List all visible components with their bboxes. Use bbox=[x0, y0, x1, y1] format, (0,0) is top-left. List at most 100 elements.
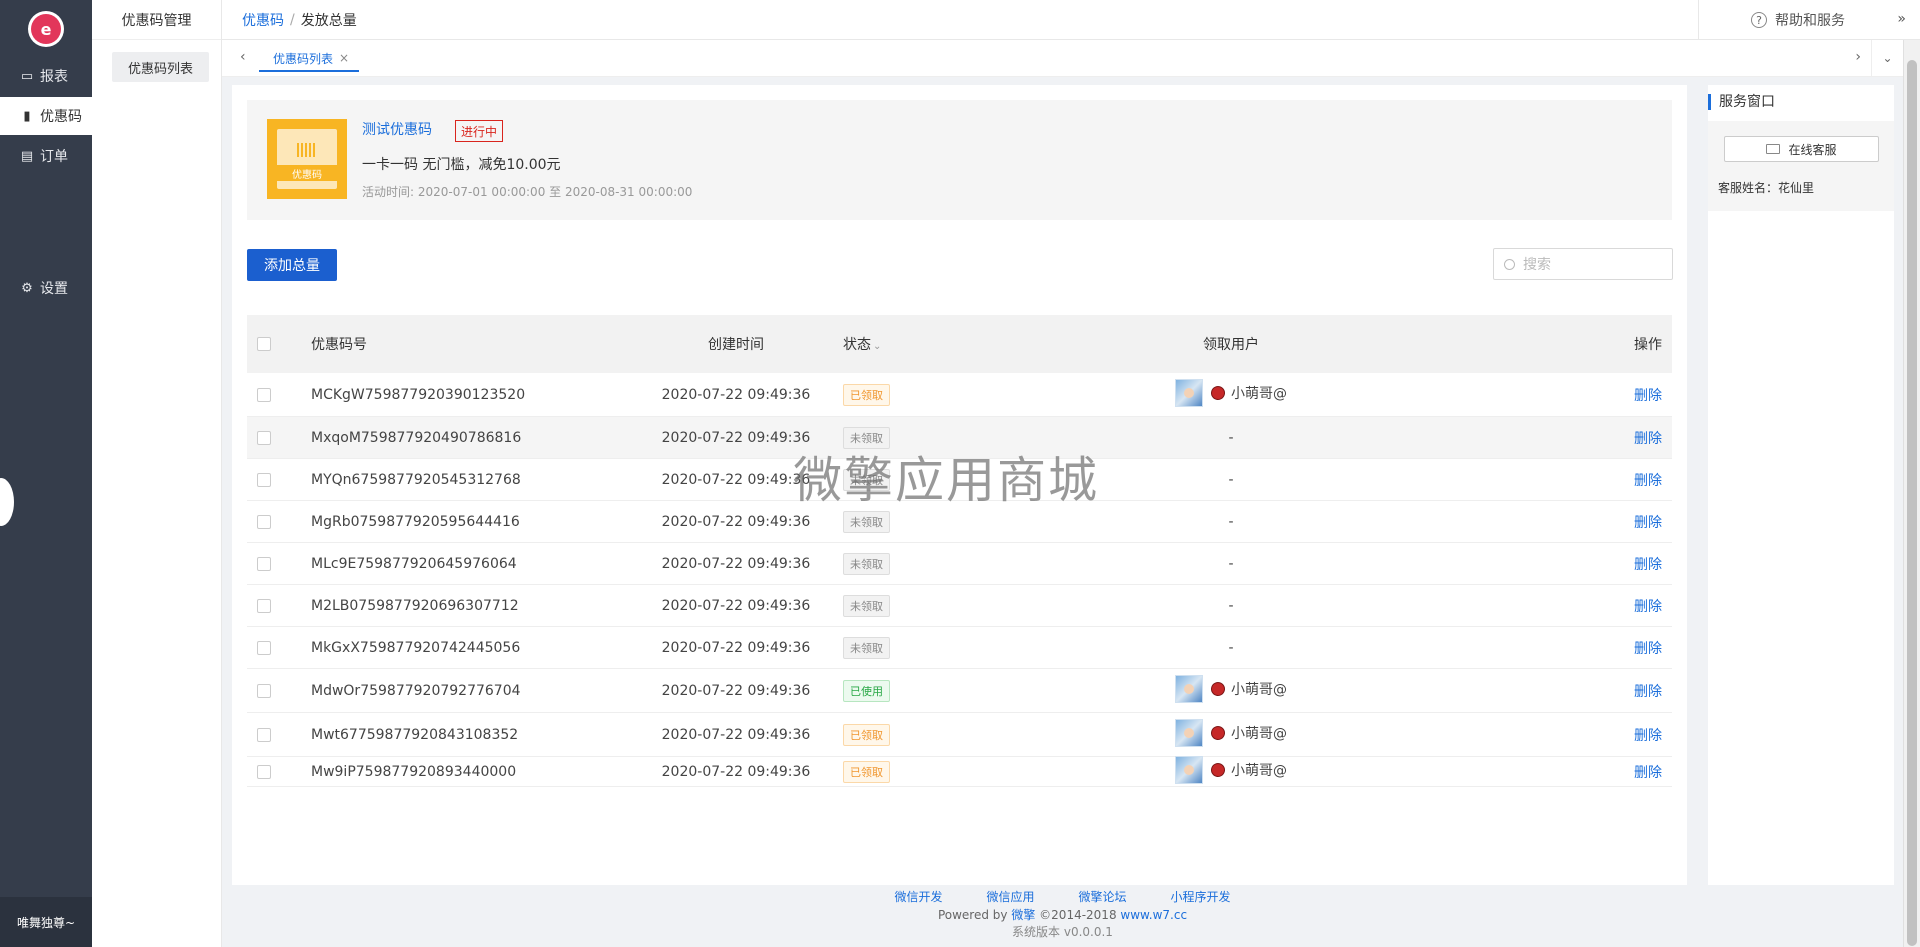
question-icon: ? bbox=[1751, 12, 1767, 28]
coupon-summary: 优惠码 测试优惠码 进行中 一卡一码 无门槛，减免10.00元 活动时间: 20… bbox=[247, 100, 1672, 220]
status-badge: 已领取 bbox=[843, 760, 890, 783]
bar-chart-icon: ▮ bbox=[23, 108, 31, 124]
chevron-down-icon: ⌄ bbox=[873, 341, 882, 352]
receiver-user: - bbox=[1061, 640, 1401, 656]
select-all-checkbox[interactable] bbox=[257, 337, 271, 351]
status-badge: 进行中 bbox=[455, 120, 504, 142]
coupon-code: MgRb0759877920595644416 bbox=[311, 513, 520, 530]
tab-label: 优惠码列表 bbox=[273, 51, 334, 66]
search-input[interactable]: 搜索 bbox=[1493, 248, 1673, 280]
chevron-down-icon[interactable]: ⌄ bbox=[1871, 40, 1903, 76]
status-badge: 未领取 bbox=[843, 552, 890, 575]
nav-item-settings[interactable]: ⚙ 设置 bbox=[0, 269, 92, 307]
delete-link[interactable]: 删除 bbox=[1634, 599, 1662, 615]
delete-link[interactable]: 删除 bbox=[1634, 431, 1662, 447]
vertical-scrollbar[interactable] bbox=[1903, 40, 1920, 947]
row-checkbox[interactable] bbox=[257, 683, 271, 698]
double-chevron-right-icon[interactable]: » bbox=[1897, 11, 1906, 27]
scrollbar-thumb[interactable] bbox=[1907, 60, 1917, 946]
created-time: 2020-07-22 09:49:36 bbox=[661, 726, 811, 743]
status-badge: 已领取 bbox=[843, 383, 890, 406]
delete-link[interactable]: 删除 bbox=[1634, 728, 1662, 744]
service-box: 在线客服 客服姓名：花仙里 bbox=[1708, 121, 1894, 211]
footer-link[interactable]: 微信开发 bbox=[894, 888, 942, 905]
empty-user: - bbox=[1228, 471, 1234, 488]
breadcrumb-link[interactable]: 优惠码 bbox=[242, 10, 284, 30]
thumbnail-label: 优惠码 bbox=[277, 165, 337, 181]
footer-link[interactable]: 微擎论坛 bbox=[1079, 888, 1127, 905]
search-placeholder: 搜索 bbox=[1523, 257, 1551, 273]
footer-link[interactable]: 微信应用 bbox=[986, 888, 1034, 905]
footer-link[interactable]: 小程序开发 bbox=[1171, 888, 1231, 905]
delete-link[interactable]: 删除 bbox=[1634, 641, 1662, 657]
created-time: 2020-07-22 09:49:36 bbox=[661, 763, 811, 780]
user-badge-icon bbox=[1208, 382, 1228, 403]
online-support-button[interactable]: 在线客服 bbox=[1724, 136, 1879, 162]
breadcrumb-separator: / bbox=[290, 12, 295, 28]
row-checkbox[interactable] bbox=[257, 727, 271, 742]
collapse-handle[interactable] bbox=[0, 478, 14, 526]
row-checkbox[interactable] bbox=[257, 764, 271, 779]
breadcrumb: 优惠码 / 发放总量 bbox=[242, 0, 357, 40]
row-checkbox[interactable] bbox=[257, 472, 271, 487]
help-and-service[interactable]: ? 帮助和服务 » bbox=[1698, 0, 1920, 40]
created-time: 2020-07-22 09:49:36 bbox=[661, 513, 811, 530]
row-checkbox[interactable] bbox=[257, 598, 271, 613]
nav-item-order[interactable]: ▤ 订单 bbox=[0, 137, 92, 175]
user-name: 小萌哥@ bbox=[1231, 725, 1287, 742]
delete-link[interactable]: 删除 bbox=[1634, 557, 1662, 573]
header-status[interactable]: 状态 ⌄ bbox=[831, 334, 1061, 354]
chevron-left-icon[interactable]: ‹ bbox=[240, 49, 246, 65]
row-checkbox[interactable] bbox=[257, 387, 271, 402]
delete-link[interactable]: 删除 bbox=[1634, 684, 1662, 700]
coupon-code: Mwt67759877920843108352 bbox=[311, 726, 519, 743]
table-row: MkGxX759877920742445056 2020-07-22 09:49:… bbox=[247, 627, 1672, 669]
delete-link[interactable]: 删除 bbox=[1634, 515, 1662, 531]
chevron-right-icon[interactable]: › bbox=[1855, 49, 1861, 65]
coupon-code: Mw9iP759877920893440000 bbox=[311, 763, 517, 780]
powered-prefix: Powered by bbox=[937, 908, 1008, 922]
powered-brand[interactable]: 微擎 bbox=[1011, 908, 1035, 922]
order-icon: ▤ bbox=[20, 148, 34, 164]
receiver-user: - bbox=[1061, 556, 1401, 572]
nav-item-report[interactable]: ▭ 报表 bbox=[0, 57, 92, 95]
tab-coupon-list[interactable]: 优惠码列表 × bbox=[259, 46, 360, 72]
coupon-code: MkGxX759877920742445056 bbox=[311, 639, 521, 656]
status-badge: 未领取 bbox=[843, 510, 890, 533]
user-name: 小萌哥@ bbox=[1231, 681, 1287, 698]
nav-item-coupon[interactable]: ▮ 优惠码 bbox=[0, 97, 92, 135]
table-row: MdwOr759877920792776704 2020-07-22 09:49:… bbox=[247, 669, 1672, 713]
current-user[interactable]: 唯舞独尊~ bbox=[0, 897, 92, 947]
delete-link[interactable]: 删除 bbox=[1634, 765, 1662, 781]
tabs-bar: ‹ 优惠码列表 × › ⌄ bbox=[222, 40, 1903, 77]
row-checkbox[interactable] bbox=[257, 514, 271, 529]
user-badge-icon bbox=[1208, 759, 1228, 780]
gear-icon: ⚙ bbox=[21, 280, 33, 296]
coupon-title[interactable]: 测试优惠码 bbox=[362, 119, 432, 139]
site-link[interactable]: www.w7.cc bbox=[1120, 908, 1187, 922]
nav-item-label: 设置 bbox=[40, 281, 68, 297]
nav-item-label: 报表 bbox=[40, 69, 68, 85]
table-header: 优惠码号 创建时间 状态 ⌄ 领取用户 操作 bbox=[247, 315, 1672, 373]
empty-user: - bbox=[1228, 513, 1234, 530]
copyright: ©2014-2018 bbox=[1039, 908, 1117, 922]
row-checkbox[interactable] bbox=[257, 556, 271, 571]
receiver-user: 小萌哥@ bbox=[1061, 718, 1401, 751]
app-logo[interactable]: e bbox=[28, 11, 64, 47]
empty-user: - bbox=[1228, 597, 1234, 614]
delete-link[interactable]: 删除 bbox=[1634, 388, 1662, 404]
delete-link[interactable]: 删除 bbox=[1634, 473, 1662, 489]
add-total-button[interactable]: 添加总量 bbox=[247, 249, 337, 281]
coupon-code: MYQn6759877920545312768 bbox=[311, 471, 521, 488]
system-version: 系统版本 v0.0.0.1 bbox=[1012, 925, 1113, 939]
receiver-user: - bbox=[1061, 430, 1401, 446]
header-code: 优惠码号 bbox=[311, 337, 367, 353]
row-checkbox[interactable] bbox=[257, 640, 271, 655]
close-icon[interactable]: × bbox=[339, 51, 349, 65]
user-badge-icon bbox=[1208, 678, 1228, 699]
barcode-icon bbox=[297, 143, 317, 157]
breadcrumb-current: 发放总量 bbox=[300, 13, 357, 29]
row-checkbox[interactable] bbox=[257, 430, 271, 445]
chat-icon bbox=[1766, 144, 1781, 154]
subnav-item-coupon-list[interactable]: 优惠码列表 bbox=[112, 52, 209, 82]
